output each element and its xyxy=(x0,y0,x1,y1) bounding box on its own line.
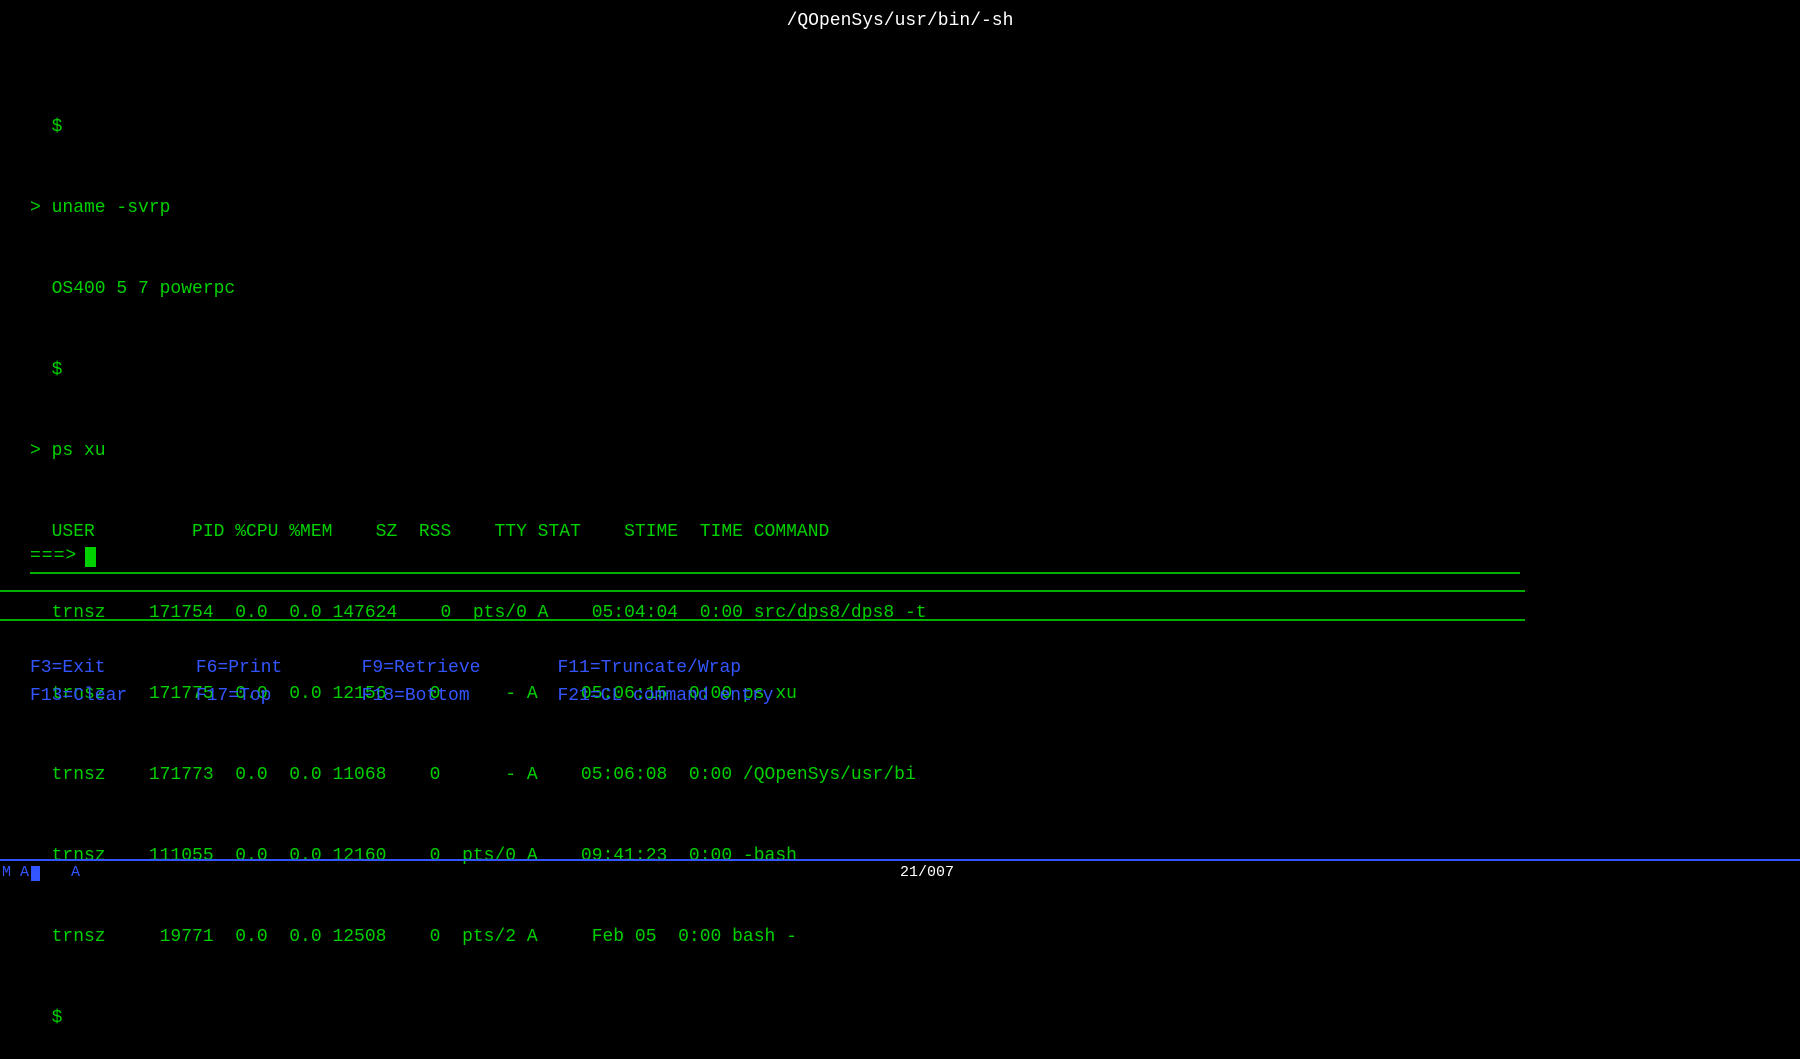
fkey-f11[interactable]: F11=Truncate/Wrap xyxy=(557,655,741,682)
cursor-position: 21/007 xyxy=(900,862,954,885)
window-title: /QOpenSys/usr/bin/-sh xyxy=(0,8,1800,35)
status-bar: M A A 21/007 xyxy=(0,859,1800,881)
fkey-f3[interactable]: F3=Exit xyxy=(30,655,185,682)
fkey-f13[interactable]: F13=Clear xyxy=(30,683,185,710)
cursor-icon xyxy=(85,547,96,567)
fkey-f18[interactable]: F18=Bottom xyxy=(362,683,547,710)
terminal-line: > uname -svrp xyxy=(30,195,927,222)
function-key-legend: F3=Exit F6=Print F9=Retrieve F11=Truncat… xyxy=(30,655,773,711)
terminal-line: trnsz 19771 0.0 0.0 12508 0 pts/2 A Feb … xyxy=(30,924,927,951)
terminal-line: trnsz 171773 0.0 0.0 11068 0 - A 05:06:0… xyxy=(30,762,927,789)
terminal-line: > ps xu xyxy=(30,438,927,465)
command-input-area[interactable]: ===> xyxy=(30,543,1520,574)
terminal-line: USER PID %CPU %MEM SZ RSS TTY STAT STIME… xyxy=(30,519,927,546)
divider xyxy=(0,619,1525,621)
command-prompt-label: ===> xyxy=(30,543,77,570)
fkey-f6[interactable]: F6=Print xyxy=(196,655,351,682)
terminal-line: trnsz 171754 0.0 0.0 147624 0 pts/0 A 05… xyxy=(30,600,927,627)
status-block-icon xyxy=(31,866,40,881)
terminal-line: $ xyxy=(30,1005,927,1032)
terminal-line: $ xyxy=(30,114,927,141)
terminal-line: OS400 5 7 powerpc xyxy=(30,276,927,303)
fkey-f21[interactable]: F21=CL command entry xyxy=(557,683,773,710)
divider xyxy=(0,590,1525,592)
status-text: A xyxy=(71,862,80,885)
status-text: M A xyxy=(2,862,29,885)
fkey-f17[interactable]: F17=Top xyxy=(196,683,351,710)
status-indicator-left: M A A xyxy=(2,862,80,885)
terminal-line: $ xyxy=(30,357,927,384)
fkey-f9[interactable]: F9=Retrieve xyxy=(362,655,547,682)
